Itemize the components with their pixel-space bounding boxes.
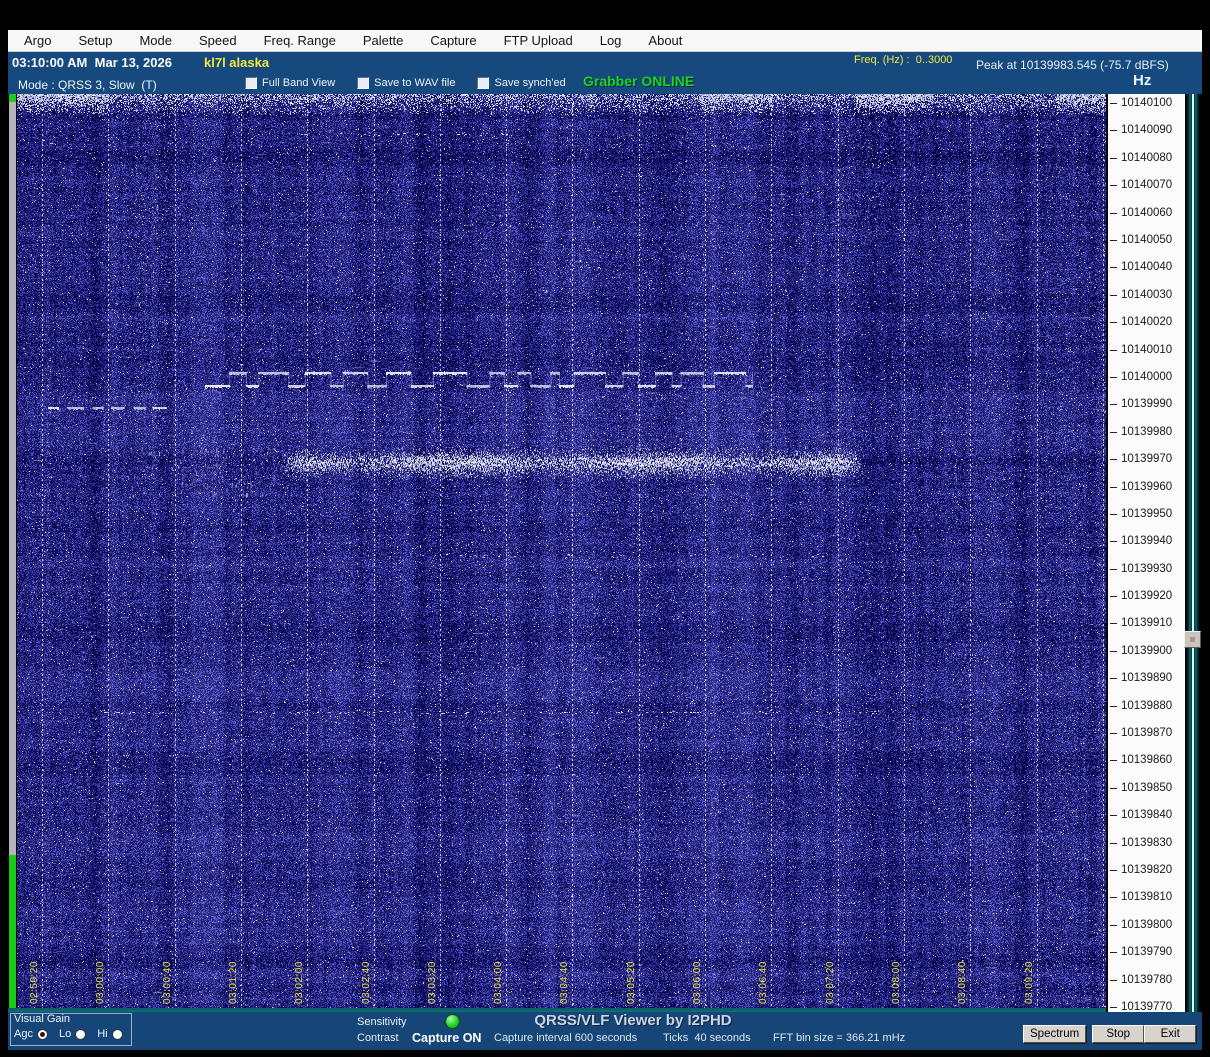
status-bar: Visual Gain Agc Lo Hi — [8, 1012, 1202, 1050]
freq-axis-label: 10139950 — [1110, 508, 1172, 520]
freq-axis-label: 10140010 — [1110, 344, 1172, 356]
freq-axis-label: 10139910 — [1110, 617, 1172, 629]
progress-fill — [9, 855, 16, 1008]
checkbox-box-icon[interactable] — [245, 77, 257, 89]
radio-button-icon[interactable] — [37, 1029, 48, 1040]
freq-axis-label: 10140050 — [1110, 234, 1172, 246]
radio-hi[interactable]: Hi — [97, 1028, 122, 1040]
action-buttons: Spectrum StopExit — [999, 1025, 1196, 1043]
menu-item-freq-range[interactable]: Freq. Range — [264, 33, 336, 48]
gain-sliders: 40/100 40/100 — [143, 1015, 345, 1057]
freq-axis-label: 10139870 — [1110, 727, 1172, 739]
checkbox-box-icon[interactable] — [477, 77, 489, 89]
checkbox-row: Full Band View Save to WAV file Save syn… — [245, 77, 566, 89]
freq-axis-label: 10139930 — [1110, 563, 1172, 575]
freq-axis-label: 10139790 — [1110, 946, 1172, 958]
menu-item-setup[interactable]: Setup — [78, 33, 112, 48]
button-spectrum[interactable]: Spectrum — [1023, 1025, 1086, 1043]
freq-axis-label: 10139900 — [1110, 645, 1172, 657]
menu-item-log[interactable]: Log — [600, 33, 622, 48]
menu-item-ftp-upload[interactable]: FTP Upload — [504, 33, 573, 48]
freq-axis-label: 10140070 — [1110, 179, 1172, 191]
menu-bar: Argo Setup Mode Speed Freq. Range Palette Capt… — [8, 30, 1202, 52]
progress-cap — [9, 94, 16, 102]
freq-axis-label: 10139830 — [1110, 837, 1172, 849]
checkbox-save-to-wav-file[interactable]: Save to WAV file — [357, 77, 455, 89]
freq-axis-label: 10140100 — [1110, 97, 1172, 109]
freq-axis-label: 10139840 — [1110, 809, 1172, 821]
freq-axis-label: 10139860 — [1110, 754, 1172, 766]
freq-axis-label: 10139960 — [1110, 481, 1172, 493]
axis-unit-label: Hz — [1133, 72, 1151, 89]
freq-axis-label: 10139810 — [1110, 891, 1172, 903]
button-exit[interactable]: Exit — [1144, 1025, 1196, 1043]
argo-window: Argo Setup Mode Speed Freq. Range Palette Capt… — [0, 0, 1210, 1057]
checkbox-label: Save to WAV file — [374, 77, 455, 89]
capture-led-icon — [445, 1014, 460, 1029]
freq-range-readout: Freq. (Hz) : 0..3000 — [854, 54, 952, 66]
mode-readout: Mode : QRSS 3, Slow (T) — [18, 78, 157, 92]
sensitivity-label: Sensitivity — [357, 1016, 407, 1028]
freq-axis-label: 10140080 — [1110, 152, 1172, 164]
freq-axis-label: 10139780 — [1110, 974, 1172, 986]
checkbox-full-band-view[interactable]: Full Band View — [245, 77, 335, 89]
fft-bin-info: FFT bin size = 366.21 mHz — [773, 1032, 905, 1044]
checkbox-save-synch-ed[interactable]: Save synch'ed — [477, 77, 565, 89]
progress-track — [9, 102, 16, 855]
freq-axis-label: 10140000 — [1110, 371, 1172, 383]
peak-readout: Peak at 10139983.545 (-75.7 dBFS) — [976, 58, 1169, 72]
radio-label: Lo — [59, 1028, 71, 1040]
freq-axis-label: 10140040 — [1110, 261, 1172, 273]
radio-label: Agc — [14, 1028, 33, 1040]
station-callsign: kl7l alaska — [204, 55, 269, 70]
menu-item-capture[interactable]: Capture — [430, 33, 476, 48]
freq-axis-label: 10140020 — [1110, 316, 1172, 328]
freq-axis-label: 10140090 — [1110, 124, 1172, 136]
header-bar: 03:10:00 AM Mar 13, 2026 kl7l alaska Fre… — [8, 52, 1202, 94]
radio-button-icon[interactable] — [112, 1029, 123, 1040]
checkbox-box-icon[interactable] — [357, 77, 369, 89]
menu-item-argo[interactable]: Argo — [24, 33, 51, 48]
visual-gain-label: Visual Gain — [14, 1013, 70, 1025]
freq-axis-label: 10139800 — [1110, 919, 1172, 931]
checkbox-label: Full Band View — [262, 77, 335, 89]
freq-axis-label: 10140060 — [1110, 207, 1172, 219]
frequency-scroll-track[interactable] — [1187, 94, 1199, 1015]
menu-item-palette[interactable]: Palette — [363, 33, 403, 48]
freq-axis-label: 10139880 — [1110, 700, 1172, 712]
app-title: QRSS/VLF Viewer by I2PHD — [513, 1012, 753, 1029]
menu-item-speed[interactable]: Speed — [199, 33, 237, 48]
capture-progress-bar — [9, 94, 16, 1008]
freq-axis-label: 10139920 — [1110, 590, 1172, 602]
datetime-display: 03:10:00 AM Mar 13, 2026 — [12, 55, 172, 70]
radio-label: Hi — [97, 1028, 107, 1040]
capture-state: Capture ON — [412, 1031, 481, 1045]
freq-axis-label: 10139850 — [1110, 782, 1172, 794]
freq-axis-label: 10139980 — [1110, 426, 1172, 438]
radio-agc[interactable]: Agc — [14, 1028, 48, 1040]
ticks-info: Ticks 40 seconds — [663, 1032, 751, 1044]
freq-axis-label: 10139940 — [1110, 535, 1172, 547]
contrast-label: Contrast — [357, 1032, 399, 1044]
radio-lo[interactable]: Lo — [59, 1028, 86, 1040]
radio-button-icon[interactable] — [75, 1029, 86, 1040]
frequency-axis-panel: 10140100 10140090 10140080 10140070 10140060… — [1108, 94, 1185, 1015]
menu-item-mode[interactable]: Mode — [139, 33, 172, 48]
frequency-scroll-thumb[interactable] — [1184, 631, 1201, 648]
freq-axis-label: 10139820 — [1110, 864, 1172, 876]
checkbox-label: Save synch'ed — [494, 77, 565, 89]
waterfall-display[interactable] — [17, 94, 1106, 1008]
capture-interval-info: Capture interval 600 seconds — [494, 1032, 637, 1044]
button-stop[interactable]: Stop — [1092, 1025, 1144, 1043]
freq-axis-label: 10139970 — [1110, 453, 1172, 465]
gain-radio-group: Agc Lo Hi — [14, 1028, 123, 1040]
menu-item-about[interactable]: About — [648, 33, 682, 48]
freq-axis-label: 10139890 — [1110, 672, 1172, 684]
grabber-status: Grabber ONLINE — [583, 73, 694, 89]
freq-axis-label: 10140030 — [1110, 289, 1172, 301]
freq-axis-label: 10139990 — [1110, 398, 1172, 410]
